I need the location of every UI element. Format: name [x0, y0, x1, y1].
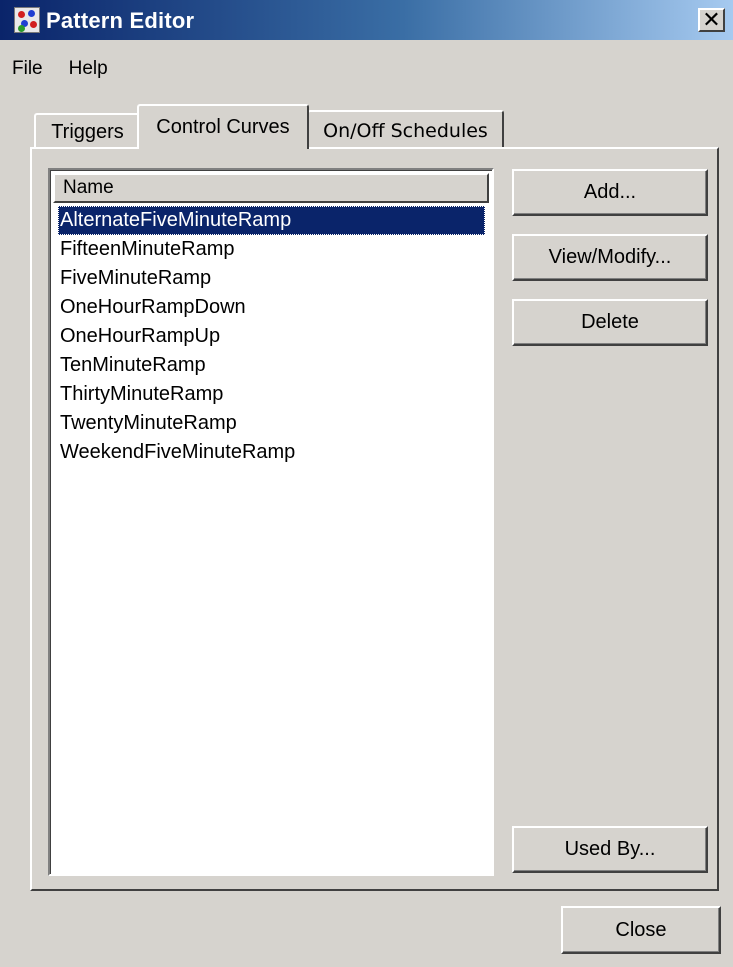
title-bar[interactable]: Pattern Editor ✕ [0, 0, 733, 40]
list-item[interactable]: TwentyMinuteRamp [58, 409, 488, 438]
tab-control-curves[interactable]: Control Curves [137, 104, 309, 149]
list-rows: AlternateFiveMinuteRamp FifteenMinuteRam… [58, 206, 488, 467]
add-button[interactable]: Add... [512, 169, 708, 216]
tab-triggers[interactable]: Triggers [34, 113, 141, 149]
list-item[interactable]: AlternateFiveMinuteRamp [58, 206, 485, 235]
close-icon[interactable]: ✕ [698, 8, 725, 32]
pattern-editor-app-icon [14, 7, 40, 33]
menu-bar: File Help [0, 52, 122, 86]
list-item[interactable]: TenMinuteRamp [58, 351, 488, 380]
view-modify-button[interactable]: View/Modify... [512, 234, 708, 281]
menu-help[interactable]: Help [57, 58, 122, 80]
list-item[interactable]: OneHourRampUp [58, 322, 488, 351]
list-item[interactable]: OneHourRampDown [58, 293, 488, 322]
column-header-name[interactable]: Name [53, 173, 489, 203]
close-button[interactable]: Close [561, 906, 721, 954]
pattern-editor-window: Pattern Editor ✕ File Help Triggers Cont… [0, 0, 733, 967]
list-item[interactable]: ThirtyMinuteRamp [58, 380, 488, 409]
window-title: Pattern Editor [46, 8, 195, 33]
tab-on-off-schedules[interactable]: On/Off Schedules [307, 110, 504, 149]
list-item[interactable]: FifteenMinuteRamp [58, 235, 488, 264]
list-item[interactable]: FiveMinuteRamp [58, 264, 488, 293]
menu-file[interactable]: File [0, 58, 57, 80]
delete-button[interactable]: Delete [512, 299, 708, 346]
used-by-button[interactable]: Used By... [512, 826, 708, 873]
list-item[interactable]: WeekendFiveMinuteRamp [58, 438, 488, 467]
curves-list[interactable]: Name AlternateFiveMinuteRamp FifteenMinu… [48, 168, 494, 876]
